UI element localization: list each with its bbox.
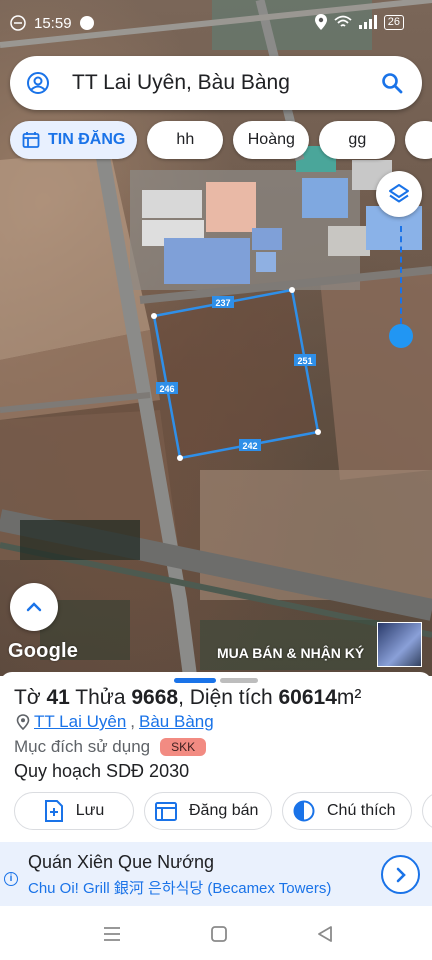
parcel-area-unit: m² [336,686,362,709]
back-icon[interactable] [316,926,334,942]
sheet-handle-secondary[interactable] [220,678,258,683]
chevron-up-icon [26,602,42,612]
post-for-sale-button[interactable]: Đăng bán [144,792,272,830]
district-link[interactable]: Bàu Bàng [139,712,214,732]
save-button[interactable]: Lưu [14,792,134,830]
legend-button-label: Chú thích [327,802,396,819]
edge-bottom-label: 242 [242,441,257,451]
more-actions-button[interactable] [422,792,432,830]
action-buttons: Lưu Đăng bán Chú thích [14,792,432,830]
layers-button[interactable] [376,171,422,217]
legend-button[interactable]: Chú thích [282,792,412,830]
app-indicator-icon [10,15,26,31]
chip-more[interactable] [405,121,432,159]
signal-icon [358,15,377,29]
map-place-label: MUA BÁN & NHẬN KÝ [217,645,365,661]
parcel-area-label: Diện tích [189,686,273,709]
screen: 237 251 242 246 15:59 26 TT Lai Uyên, Bà… [0,0,432,960]
transparency-slider-track [400,226,402,324]
location-icon [314,14,327,30]
calendar-icon [22,132,40,148]
layers-icon [389,184,409,203]
ad-title: Quán Xiên Que Nướng [28,852,214,872]
land-plan-label[interactable]: Quy hoạch SDĐ 2030 [14,761,189,782]
system-nav-bar [0,910,432,960]
contrast-icon [293,800,315,822]
parcel-area-value: 60614 [278,686,337,709]
parcel-location: TT Lai Uyên, Bàu Bàng [16,712,214,732]
account-icon[interactable] [26,71,50,95]
google-logo: Google [8,640,79,662]
land-use-purpose: Mục đích sử dụng SKK [14,737,207,757]
satellite-map[interactable]: 237 251 242 246 15:59 26 TT Lai Uyên, Bà… [0,0,432,676]
ad-open-button[interactable] [381,855,420,894]
chevron-right-icon [396,867,406,882]
menu-icon[interactable] [103,926,121,942]
filter-chips: TIN ĐĂNG hh Hoàng gg [10,121,432,159]
place-pin-icon [16,714,30,730]
save-doc-icon [44,800,63,822]
home-icon[interactable] [210,926,228,942]
messenger-icon [80,16,94,30]
chip-gg[interactable]: gg [319,121,396,159]
calendar-post-icon [155,802,177,821]
parcel-plot-number: 9668 [131,686,179,709]
search-query[interactable]: TT Lai Uyên, Bàu Bàng [72,71,380,95]
parcel-sheet-number: 41 [46,686,70,709]
edge-left-label: 246 [159,384,174,394]
purpose-badge: SKK [160,738,207,756]
sheet-handle[interactable] [174,678,216,683]
street-view-thumbnail[interactable] [377,622,422,667]
status-time: 15:59 [34,15,72,32]
parcel-sheet-label: Tờ [14,686,41,709]
status-bar: 15:59 26 [0,0,432,48]
info-icon[interactable]: i [4,872,18,886]
search-icon[interactable] [380,71,404,95]
search-bar[interactable]: TT Lai Uyên, Bàu Bàng [10,56,422,110]
parcel-plot-label: Thửa [75,686,126,709]
edge-top-label: 237 [215,298,230,308]
battery-indicator: 26 [383,14,404,30]
ad-banner[interactable]: i Quán Xiên Que Nướng Chu Oi! Grill 銀河 은… [0,842,432,906]
expand-up-button[interactable] [10,583,58,631]
ad-subtitle: Chu Oi! Grill 銀河 은하식당 (Becamex Towers) [28,880,332,897]
location-separator: , [130,712,136,731]
chip-listings[interactable]: TIN ĐĂNG [10,121,138,159]
purpose-label: Mục đích sử dụng [14,737,151,756]
chip-hoang[interactable]: Hoàng [233,121,310,159]
save-button-label: Lưu [75,802,105,819]
parcel-summary: Tờ 41 Thửa 9668, Diện tích 60614m² [14,686,362,709]
post-button-label: Đăng bán [189,802,259,819]
transparency-slider-handle[interactable] [389,324,413,348]
town-link[interactable]: TT Lai Uyên [34,712,126,732]
wifi-icon [334,15,352,27]
chip-hh[interactable]: hh [147,121,224,159]
chip-listings-label: TIN ĐĂNG [48,131,126,148]
edge-right-label: 251 [297,356,312,366]
